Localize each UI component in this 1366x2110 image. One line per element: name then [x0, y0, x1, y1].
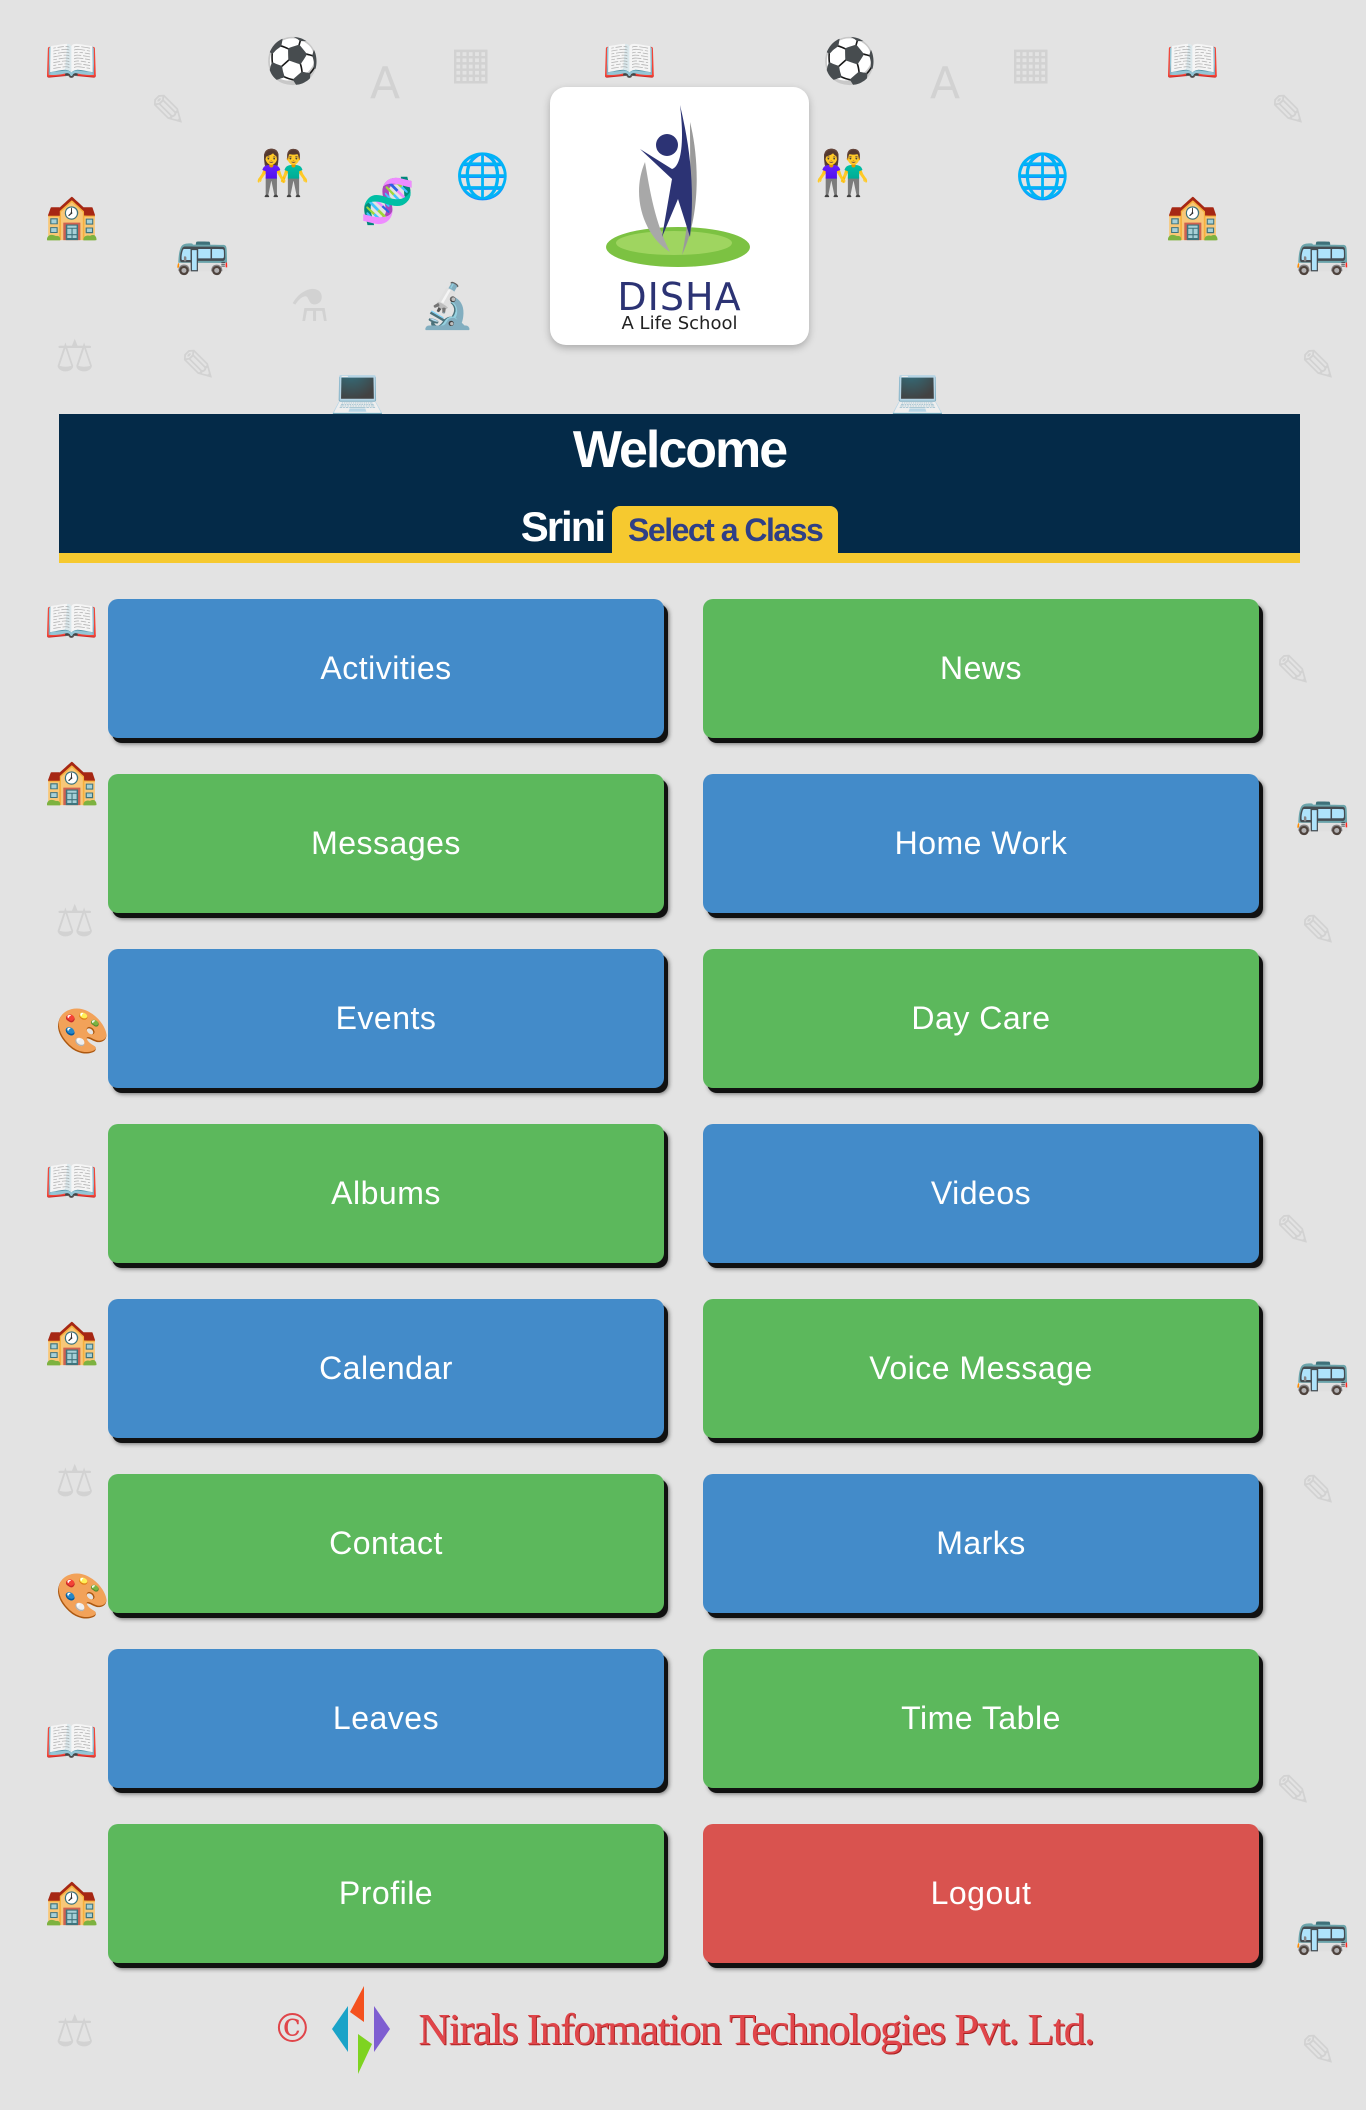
welcome-banner: Welcome Srini Select a Class	[59, 414, 1300, 563]
pencil-icon: ✎	[1300, 341, 1337, 392]
menu-button-label: Calendar	[319, 1350, 453, 1386]
company-name: Nirals Information Technologies Pvt. Ltd…	[418, 2004, 1095, 2054]
menu-button-label: Videos	[930, 1175, 1032, 1211]
school-icon: 🏫	[44, 191, 99, 242]
school-icon: 🏫	[44, 1876, 99, 1927]
menu-button-calendar[interactable]: Calendar	[108, 1299, 664, 1438]
menu-button-messages[interactable]: Messages	[108, 774, 664, 913]
pencil-icon: ✎	[1300, 1466, 1337, 1517]
nirals-logo-icon	[332, 1986, 391, 2074]
menu-button-leaves[interactable]: Leaves	[108, 1649, 664, 1788]
book-icon: 📖	[44, 36, 99, 87]
pencil-icon: ✎	[150, 86, 187, 137]
school-icon: 🏫	[1165, 191, 1220, 242]
menu-button-label: Marks	[936, 1525, 1026, 1561]
blocks-icon: ▦	[1010, 38, 1052, 89]
bus-icon: 🚌	[1295, 1346, 1350, 1397]
book-icon: 📖	[44, 1156, 99, 1207]
pencil-icon: ✎	[180, 341, 217, 392]
kids-icon: 👫	[815, 148, 870, 199]
bus-icon: 🚌	[1295, 786, 1350, 837]
book-icon: 📖	[44, 596, 99, 647]
palette-icon: 🎨	[55, 1006, 110, 1057]
menu-button-voice-message[interactable]: Voice Message	[703, 1299, 1259, 1438]
school-logo: DISHA A Life School	[550, 87, 809, 345]
select-class-button[interactable]: Select a Class	[612, 506, 839, 553]
menu-button-label: Time Table	[901, 1700, 1061, 1736]
menu-button-videos[interactable]: Videos	[703, 1124, 1259, 1263]
seesaw-icon: ⚖	[55, 896, 95, 947]
user-row: Srini Select a Class	[59, 503, 1300, 553]
menu-button-label: Leaves	[332, 1700, 440, 1736]
menu-button-label: Day Care	[911, 1000, 1051, 1036]
book-icon: 📖	[602, 36, 657, 87]
menu-button-news[interactable]: News	[703, 599, 1259, 738]
menu-button-time-table[interactable]: Time Table	[703, 1649, 1259, 1788]
menu-button-label: Voice Message	[869, 1350, 1093, 1386]
menu-button-label: Home Work	[894, 825, 1068, 861]
palette-icon: 🎨	[55, 1571, 110, 1622]
menu-button-label: News	[939, 650, 1022, 686]
menu-button-label: Activities	[320, 650, 452, 686]
menu-button-label: Messages	[311, 825, 461, 861]
pencil-icon: ✎	[1275, 1206, 1312, 1257]
letter-a-icon: A	[370, 58, 401, 109]
book-icon: 📖	[44, 1716, 99, 1767]
globe-icon: 🌐	[455, 151, 510, 202]
school-icon: 🏫	[44, 756, 99, 807]
logo-subtitle: A Life School	[621, 313, 738, 334]
menu-button-label: Profile	[338, 1875, 434, 1911]
blocks-icon: ▦	[450, 38, 492, 89]
letter-a-icon: A	[930, 58, 961, 109]
menu-button-day-care[interactable]: Day Care	[703, 949, 1259, 1088]
menu-button-label: Contact	[329, 1525, 443, 1561]
menu-button-home-work[interactable]: Home Work	[703, 774, 1259, 913]
book-icon: 📖	[1165, 36, 1220, 87]
globe-icon: 🌐	[1015, 151, 1070, 202]
pencil-icon: ✎	[1275, 646, 1312, 697]
footer: © Nirals Information Technologies Pvt. L…	[0, 1984, 1366, 2074]
bus-icon: 🚌	[1295, 226, 1350, 277]
seesaw-icon: ⚖	[55, 1456, 95, 1507]
menu-button-events[interactable]: Events	[108, 949, 664, 1088]
bus-icon: 🚌	[1295, 1906, 1350, 1957]
pencil-icon: ✎	[1275, 1766, 1312, 1817]
menu-button-activities[interactable]: Activities	[108, 599, 664, 738]
kids-icon: 👫	[255, 148, 310, 199]
pencil-icon: ✎	[1270, 86, 1307, 137]
welcome-heading: Welcome	[572, 421, 788, 479]
dna-icon: 🧬	[360, 176, 415, 227]
basketball-icon: ⚽	[265, 36, 320, 87]
flask-icon: ⚗	[290, 281, 330, 332]
seesaw-icon: ⚖	[55, 331, 95, 382]
laptop-icon: 💻	[330, 366, 385, 417]
school-icon: 🏫	[44, 1316, 99, 1367]
menu-button-albums[interactable]: Albums	[108, 1124, 664, 1263]
menu-button-logout[interactable]: Logout	[703, 1824, 1259, 1963]
menu-button-contact[interactable]: Contact	[108, 1474, 664, 1613]
menu-button-label: Events	[335, 1000, 437, 1036]
copyright-icon: ©	[272, 2006, 313, 2052]
menu-button-profile[interactable]: Profile	[108, 1824, 664, 1963]
menu-button-label: Albums	[331, 1175, 441, 1211]
basketball-icon: ⚽	[822, 36, 877, 87]
user-name: Srini	[520, 503, 606, 550]
pencil-icon: ✎	[1300, 906, 1337, 957]
menu-button-label: Logout	[930, 1875, 1032, 1911]
laptop-icon: 💻	[890, 366, 945, 417]
bus-icon: 🚌	[175, 226, 230, 277]
microscope-icon: 🔬	[420, 281, 475, 332]
menu-button-marks[interactable]: Marks	[703, 1474, 1259, 1613]
